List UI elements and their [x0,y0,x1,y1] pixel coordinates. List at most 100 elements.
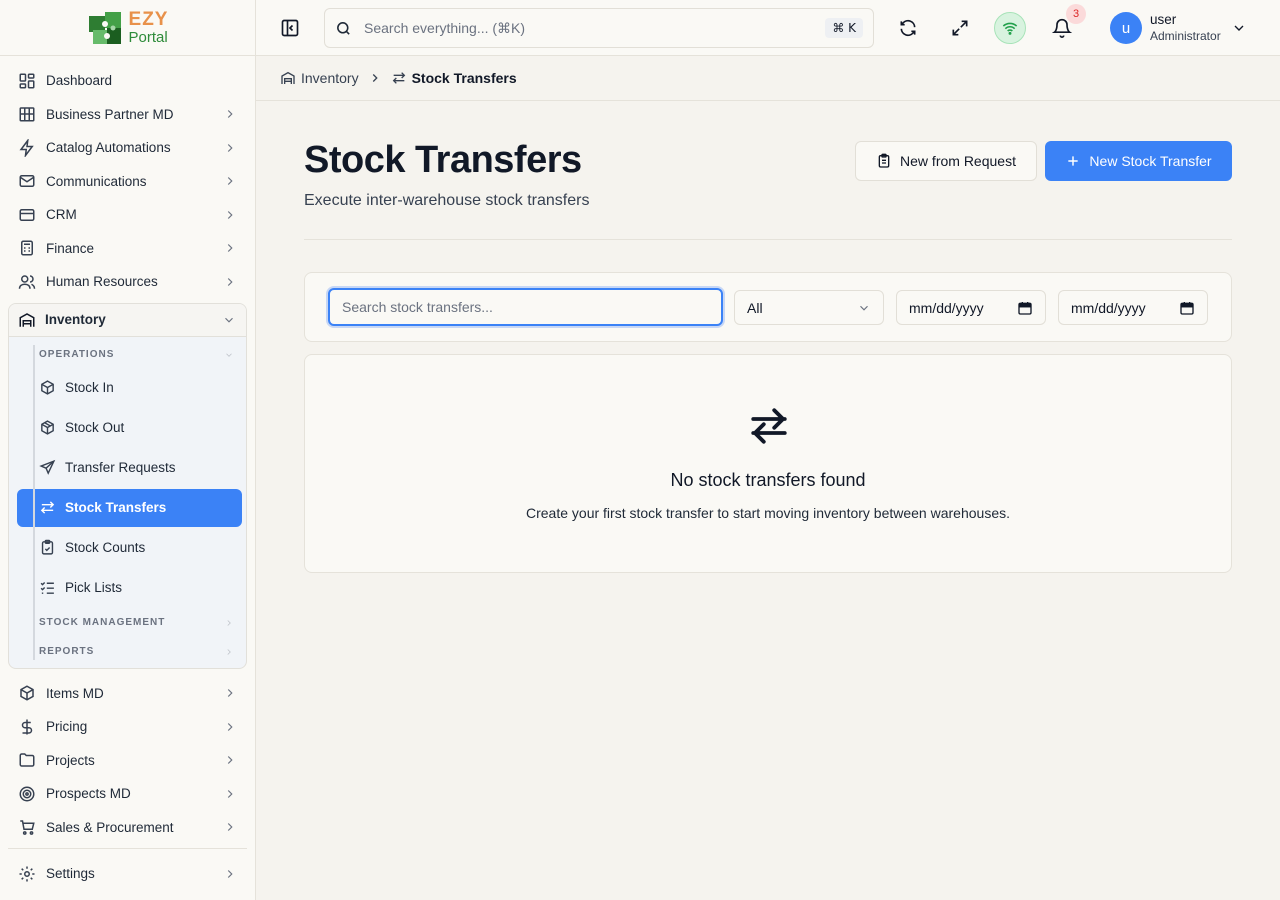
chevron-right-icon [227,869,233,878]
puzzle-logo-icon [88,11,121,44]
chevron-right-icon [227,619,231,626]
sidebar-item-label: Pick Lists [65,580,123,595]
search-icon [337,21,350,35]
clipboard-icon [41,539,54,555]
breadcrumb-inventory[interactable]: Inventory [280,70,359,86]
list-checks-icon [40,582,54,594]
date-to-input[interactable]: mm/dd/yyyy [1058,290,1208,325]
arrows-left-right-icon [392,72,405,84]
user-name: user [1150,12,1177,28]
notifications-button[interactable]: 3 [1046,4,1086,44]
chevron-right-icon [227,823,233,832]
sidebar-item-stock-counts[interactable]: Stock Counts [17,529,242,567]
global-search-input[interactable] [364,20,826,36]
transfer-search[interactable] [328,288,723,326]
sidebar-item-label: Stock Out [65,420,125,435]
maximize-icon [952,20,968,36]
panel-left-icon [281,19,299,37]
refresh-button[interactable] [892,12,924,44]
plus-icon [1068,156,1079,166]
sidebar-item-dashboard[interactable]: Dashboard [8,64,247,98]
refresh-icon [900,19,916,37]
user-menu[interactable]: u user Administrator [1110,12,1247,44]
calendar-icon [1018,301,1032,315]
chevron-right-icon [227,110,233,119]
sidebar-item-stock-in[interactable]: Stock In [17,369,242,407]
box-in-icon [41,380,54,395]
logo[interactable]: EZY Portal [87,8,169,48]
cart-icon [20,820,35,836]
arrows-left-right-icon [751,408,787,444]
wifi-icon [1002,22,1018,35]
toggle-sidebar-button[interactable] [274,12,306,44]
inventory-submenu: OPERATIONS Stock In Stock Out Transfer R… [9,337,246,668]
submenu-guide-line [33,344,35,660]
sidebar-item-label: Stock Transfers [65,500,167,515]
transfer-search-input[interactable] [342,299,709,315]
chevron-down-icon [1234,25,1244,31]
sidebar-item-label: Prospects MD [46,786,131,802]
sidebar-item-settings[interactable]: Settings [8,857,247,891]
target-icon [19,786,35,802]
fullscreen-button[interactable] [944,12,976,44]
brand-name-bottom: Portal [128,29,168,46]
filter-bar: All mm/dd/yyyy mm/dd/yyyy [304,272,1232,342]
new-from-request-button[interactable]: New from Request [855,141,1037,181]
sidebar-group-inventory: Inventory OPERATIONS Stock In Stock Out [8,302,247,669]
section-operations[interactable]: OPERATIONS [17,343,242,367]
sidebar-item-label: Human Resources [46,274,158,290]
sidebar-item-communications[interactable]: Communications [8,165,247,199]
connection-status[interactable] [994,12,1026,44]
chevron-right-icon [227,756,233,765]
topbar: ⌘ K 3 u user Administrator [256,0,1280,56]
chevron-right-icon [227,689,233,698]
building-icon [19,107,35,122]
breadcrumb-current: Stock Transfers [391,70,517,86]
status-filter-select[interactable]: All [734,290,884,325]
sidebar-item-items-md[interactable]: Items MD [8,677,247,711]
sidebar: EZY Portal Dashboard Business Partner MD… [0,0,256,900]
arrows-left-right-icon [40,501,55,514]
sidebar-item-label: Items MD [46,685,104,701]
sidebar-item-crm[interactable]: CRM [8,198,247,232]
sidebar-item-label: Stock Counts [65,540,146,555]
sidebar-item-finance[interactable]: Finance [8,232,247,266]
sidebar-item-sales-procurement[interactable]: Sales & Procurement [8,811,247,845]
logo-area: EZY Portal [0,0,255,56]
sidebar-item-catalog-automations[interactable]: Catalog Automations [8,131,247,165]
header-divider [304,239,1232,240]
calculator-icon [21,240,33,256]
sidebar-item-pricing[interactable]: Pricing [8,710,247,744]
sidebar-divider [8,848,247,849]
sidebar-item-stock-transfers[interactable]: Stock Transfers [17,488,242,527]
sidebar-item-stock-out[interactable]: Stock Out [17,409,242,447]
global-search[interactable]: ⌘ K [324,8,874,48]
clipboard-list-icon [878,153,890,168]
sidebar-item-pick-lists[interactable]: Pick Lists [17,569,242,607]
sidebar-item-business-partner[interactable]: Business Partner MD [8,98,247,132]
zap-icon [19,138,34,157]
package-icon [20,685,34,701]
section-reports[interactable]: REPORTS [17,640,242,664]
chevron-right-icon [227,648,231,655]
users-icon [18,275,36,289]
sidebar-item-projects[interactable]: Projects [8,744,247,778]
sidebar-item-prospects-md[interactable]: Prospects MD [8,777,247,811]
sidebar-item-human-resources[interactable]: Human Resources [8,265,247,299]
sidebar-item-label: Dashboard [46,73,113,89]
search-shortcut-badge: ⌘ K [825,18,863,38]
sidebar-item-label: Business Partner MD [46,106,174,122]
brand-name-top: EZY [128,9,169,30]
chevron-right-icon [227,789,233,798]
chevron-right-icon [372,74,378,82]
page-subtitle: Execute inter-warehouse stock transfers [304,192,590,209]
calendar-icon [1180,301,1194,315]
sidebar-nav: Dashboard Business Partner MD Catalog Au… [0,56,255,891]
sidebar-item-transfer-requests[interactable]: Transfer Requests [17,449,242,487]
avatar: u [1110,12,1142,44]
section-stock-management[interactable]: STOCK MANAGEMENT [17,611,242,635]
sidebar-item-label: Catalog Automations [46,140,171,156]
date-from-input[interactable]: mm/dd/yyyy [896,290,1046,325]
sidebar-item-inventory[interactable]: Inventory [9,303,246,337]
new-stock-transfer-button[interactable]: New Stock Transfer [1045,141,1232,181]
